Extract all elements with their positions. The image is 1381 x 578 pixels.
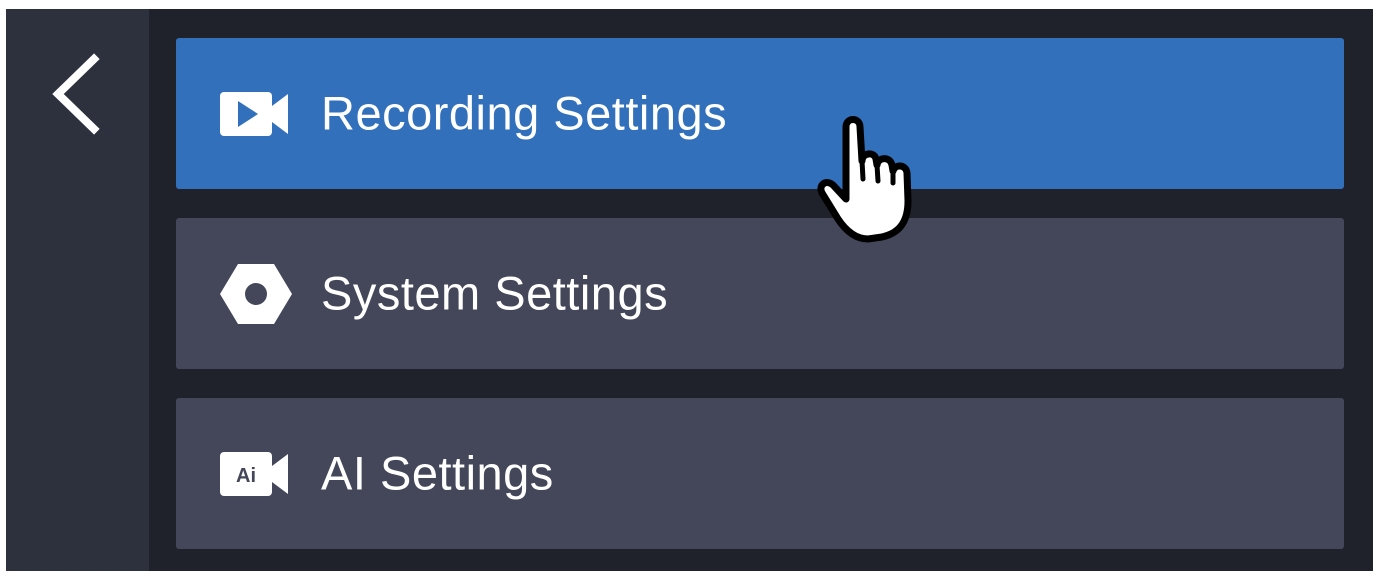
menu-item-label: System Settings [321,265,669,319]
settings-menu: Recording Settings System Settings Ai AI… [176,38,1344,578]
menu-item-recording-settings[interactable]: Recording Settings [176,38,1344,189]
video-camera-icon [220,86,292,142]
menu-item-label: Recording Settings [321,85,728,139]
menu-item-system-settings[interactable]: System Settings [176,218,1344,369]
chevron-left-icon [52,53,100,135]
hex-nut-settings-icon [220,263,292,324]
ai-camera-icon: Ai [220,446,292,502]
side-rail [6,9,149,571]
settings-screen: Recording Settings System Settings Ai AI… [6,9,1373,571]
back-button[interactable] [36,49,116,139]
menu-item-label: AI Settings [321,445,554,499]
menu-item-ai-settings[interactable]: Ai AI Settings [176,398,1344,549]
ai-icon-text: Ai [236,465,256,487]
